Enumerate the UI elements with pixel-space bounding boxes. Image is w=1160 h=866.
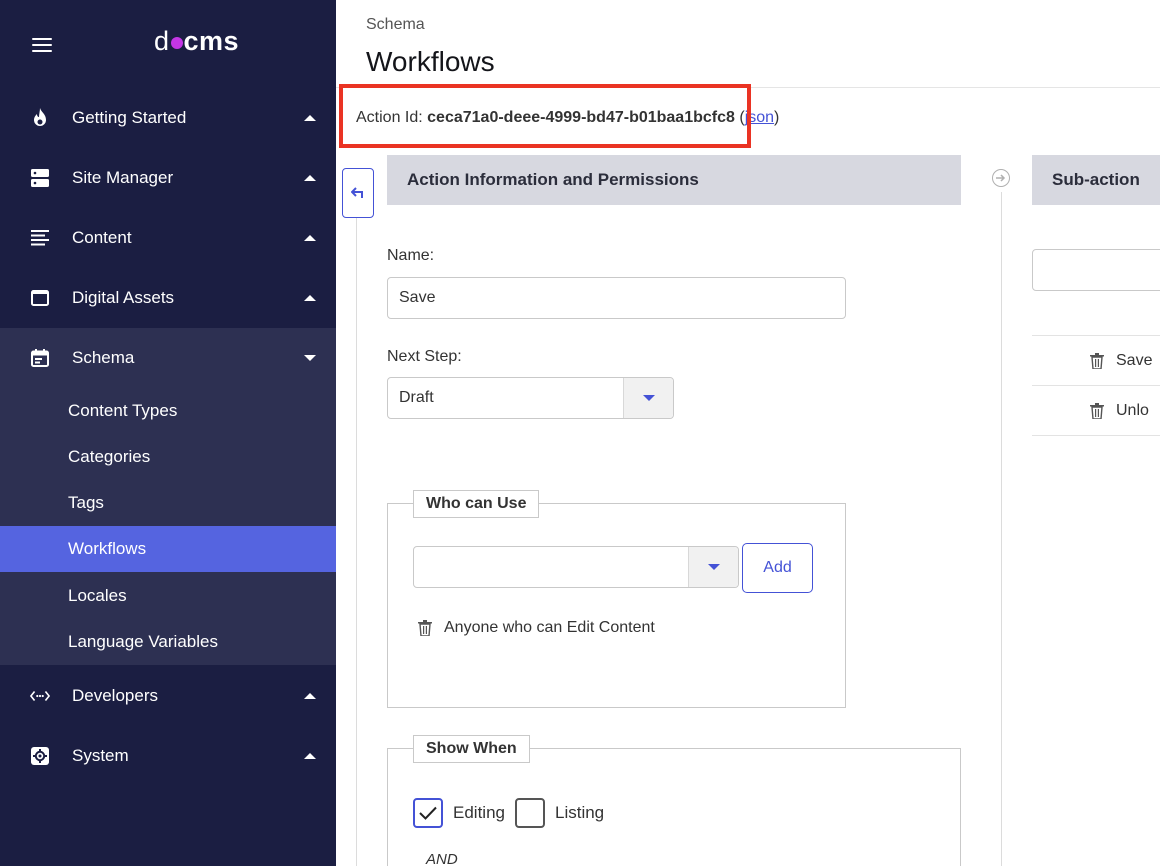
arrow-right-circle-icon — [992, 169, 1010, 187]
sidebar-subitem-tags[interactable]: Tags — [0, 480, 336, 526]
sidebar-item-label: Developers — [72, 686, 158, 705]
caret-up-icon — [304, 115, 316, 121]
json-close-paren: ) — [774, 109, 780, 126]
sub-action-row: Unlo — [1090, 402, 1149, 420]
gear-icon — [30, 746, 50, 766]
dropdown-trigger[interactable] — [688, 547, 738, 587]
main-content: Schema Workflows Action Id: ceca71a0-dee… — [336, 0, 1160, 866]
sub-action-row: Save — [1090, 352, 1152, 370]
sidebar-subitem-workflows[interactable]: Workflows — [0, 526, 336, 572]
sub-action-label: Save — [1116, 352, 1153, 369]
sidebar-item-developers[interactable]: Developers — [0, 666, 336, 726]
trash-icon[interactable] — [1090, 403, 1104, 419]
trash-icon[interactable] — [418, 620, 432, 636]
sidebar-item-schema[interactable]: Schema — [0, 328, 336, 388]
caret-down-icon — [304, 355, 316, 361]
sidebar-item-getting-started[interactable]: Getting Started — [0, 88, 336, 148]
who-can-use-legend: Who can Use — [413, 490, 540, 518]
sidebar-item-site-manager[interactable]: Site Manager — [0, 148, 336, 208]
code-icon — [30, 686, 50, 706]
permission-row: Anyone who can Edit Content — [418, 619, 655, 637]
sub-action-input[interactable] — [1032, 249, 1160, 291]
list-divider — [1032, 435, 1160, 436]
sidebar-item-label: System — [72, 746, 129, 765]
sidebar: d cms Getting Started Site Manager Conten… — [0, 0, 336, 866]
menu-toggle-icon[interactable] — [32, 38, 52, 52]
sidebar-subitem-content-types[interactable]: Content Types — [0, 388, 336, 434]
role-select[interactable] — [413, 546, 739, 588]
window-icon — [30, 288, 50, 308]
return-arrow-icon — [351, 187, 363, 198]
breadcrumb[interactable]: Schema — [366, 16, 425, 34]
listing-label: Listing — [555, 803, 605, 822]
timeline-line — [356, 218, 357, 866]
sidebar-item-label: Digital Assets — [72, 288, 175, 307]
highlight-box — [339, 84, 751, 148]
list-divider — [1032, 385, 1160, 386]
page-title: Workflows — [366, 46, 495, 77]
sidebar-item-label: Content — [72, 228, 132, 247]
sidebar-item-label: Site Manager — [72, 168, 174, 187]
dotcms-logo[interactable]: d cms — [154, 26, 239, 57]
checkmark-icon — [419, 806, 437, 820]
trash-icon[interactable] — [1090, 353, 1104, 369]
caret-up-icon — [304, 693, 316, 699]
sidebar-item-label: Schema — [72, 348, 135, 367]
next-step-value: Draft — [399, 389, 434, 406]
add-button[interactable]: Add — [742, 543, 813, 593]
sub-action-label: Unlo — [1116, 402, 1149, 419]
listing-checkbox[interactable] — [515, 798, 545, 828]
caret-up-icon — [304, 295, 316, 301]
sidebar-subitem-locales[interactable]: Locales — [0, 573, 336, 619]
chevron-down-icon — [707, 564, 720, 570]
sidebar-item-digital-assets[interactable]: Digital Assets — [0, 268, 336, 328]
list-divider — [1032, 335, 1160, 336]
list-icon — [30, 228, 50, 248]
schema-submenu: Content Types Categories Tags Workflows … — [0, 388, 336, 665]
sidebar-subitem-language-variables[interactable]: Language Variables — [0, 619, 336, 665]
back-button[interactable] — [342, 168, 374, 218]
chevron-down-icon — [642, 395, 655, 401]
and-label: AND — [426, 851, 458, 866]
name-label: Name: — [387, 247, 435, 264]
name-input[interactable]: Save — [387, 277, 846, 319]
caret-up-icon — [304, 235, 316, 241]
next-step-label: Next Step: — [387, 348, 462, 365]
show-when-legend: Show When — [413, 735, 530, 763]
sidebar-item-content[interactable]: Content — [0, 208, 336, 268]
next-step-dropdown[interactable]: Draft — [387, 377, 674, 419]
sidebar-subitem-categories[interactable]: Categories — [0, 434, 336, 480]
dropdown-trigger[interactable] — [623, 378, 673, 418]
sidebar-item-label: Getting Started — [72, 108, 187, 127]
who-can-use-fieldset — [387, 503, 846, 708]
calendar-icon — [30, 348, 50, 368]
timeline-line — [1001, 192, 1002, 866]
caret-up-icon — [304, 175, 316, 181]
sub-action-panel-heading: Sub-action — [1032, 155, 1160, 205]
permission-label: Anyone who can Edit Content — [444, 619, 655, 636]
fire-icon — [30, 108, 50, 128]
server-icon — [30, 168, 50, 188]
caret-up-icon — [304, 753, 316, 759]
editing-checkbox[interactable] — [413, 798, 443, 828]
editing-label: Editing — [453, 803, 505, 822]
sidebar-header: d cms — [0, 0, 336, 88]
action-info-panel-heading: Action Information and Permissions — [387, 155, 961, 205]
sidebar-item-system[interactable]: System — [0, 726, 336, 786]
